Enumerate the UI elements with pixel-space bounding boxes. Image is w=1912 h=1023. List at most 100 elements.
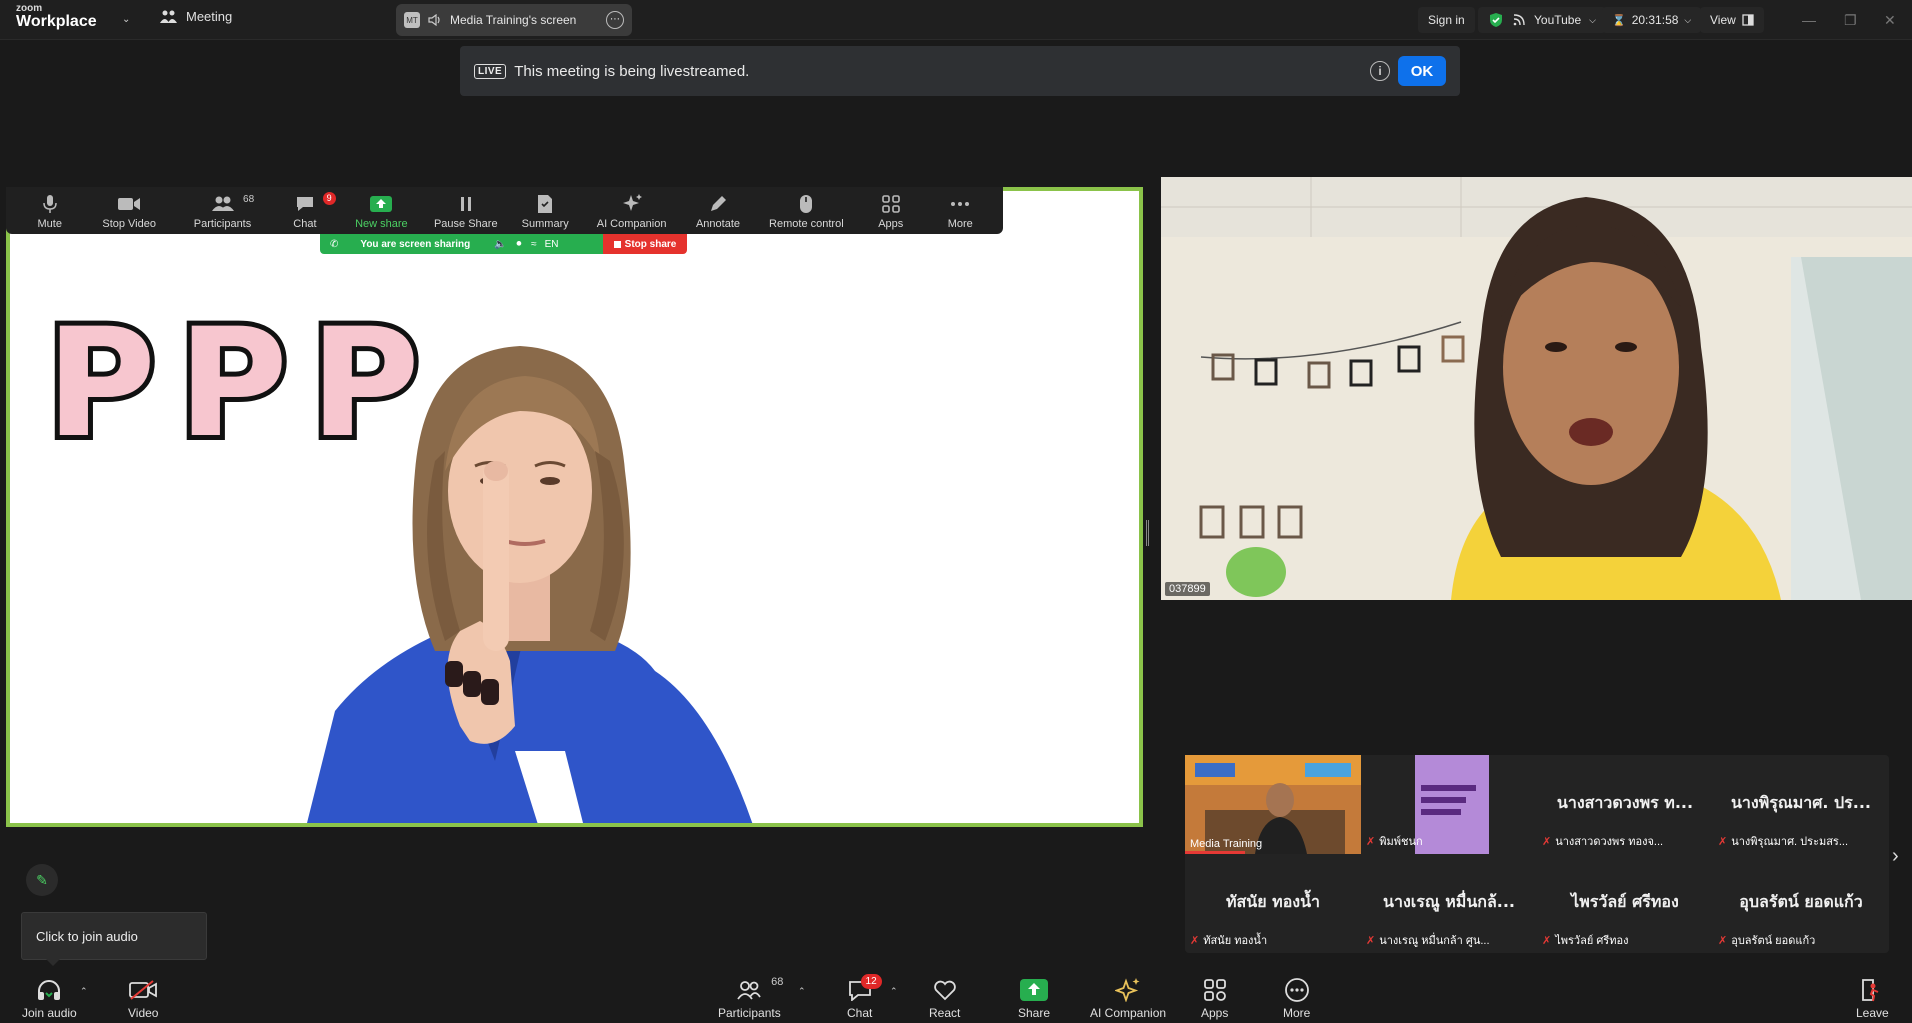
shushing-woman-image	[307, 346, 753, 823]
view-label: View	[1710, 13, 1736, 27]
chevron-down-icon: ⌵	[1589, 14, 1596, 25]
share-button[interactable]: Share	[1018, 978, 1050, 1020]
meeting-tab[interactable]: Meeting	[160, 9, 232, 24]
speaker-name-label: 037899	[1165, 582, 1210, 596]
ai-companion-button[interactable]: AI Companion	[1090, 978, 1166, 1020]
minimize-icon[interactable]: —	[1802, 12, 1816, 28]
participant-tile[interactable]: ✗ พิมพ์ชนก	[1361, 755, 1537, 854]
sparkle-icon	[621, 194, 643, 214]
participant-name: ✗ ทัสนัย ทองน้ำ	[1190, 931, 1267, 949]
new-share-label: New share	[355, 218, 408, 230]
speaker-video[interactable]: 037899	[1161, 177, 1912, 600]
stop-share-button[interactable]: Stop share	[603, 234, 687, 254]
chevron-down-icon[interactable]: ⌄	[122, 14, 130, 25]
broadcast-icon: ≈	[531, 238, 537, 250]
title-bar: zoom Workplace ⌄ Meeting MT Media Traini…	[0, 0, 1912, 40]
info-icon[interactable]: i	[1370, 61, 1390, 81]
more-button[interactable]: More	[1283, 978, 1310, 1020]
participant-name: ✗ ไพรวัลย์ ศรีทอง	[1542, 931, 1628, 949]
summary-button[interactable]: Summary	[506, 194, 583, 230]
ai-companion-button[interactable]: AI Companion	[584, 194, 679, 230]
apps-button[interactable]: Apps	[856, 194, 926, 230]
participant-display-name: นางพิรุณมาศ. ปร...	[1730, 793, 1872, 812]
participant-name-text: อุบลรัตน์ ยอดแก้ว	[1731, 935, 1816, 947]
apps-button[interactable]: Apps	[1201, 978, 1228, 1020]
participant-name: ✗ นางเรณู หมื่นกล้า ศูน...	[1366, 931, 1490, 949]
participant-tile[interactable]: Media Training	[1185, 755, 1361, 854]
more-button[interactable]: More	[926, 194, 996, 230]
chevron-up-icon[interactable]: ⌃	[890, 986, 898, 997]
speaker-video-image	[1161, 177, 1912, 600]
mute-label: Mute	[37, 218, 62, 230]
chevron-up-icon[interactable]: ⌃	[798, 986, 806, 997]
sharing-status-text: You are screen sharing	[360, 238, 471, 250]
annotate-label: Annotate	[695, 218, 740, 230]
participant-tile[interactable]: นางเรณู หมื่นกล้... ✗ นางเรณู หมื่นกล้า ศ…	[1361, 854, 1537, 953]
participant-tile[interactable]: ทัสนัย ทองน้ำ ✗ ทัสนัย ทองน้ำ	[1185, 854, 1361, 953]
annotate-pen-button[interactable]: ✎	[26, 864, 58, 896]
sign-in-button[interactable]: Sign in	[1418, 7, 1475, 33]
participant-gallery: Media Training ✗ พิมพ์ชนก นางสาวดวงพร ท..…	[1185, 755, 1889, 953]
broadcast-icon	[1513, 14, 1525, 26]
stop-video-button[interactable]: Stop Video	[85, 194, 172, 230]
chevron-right-icon[interactable]: ›	[1892, 845, 1899, 868]
chat-icon	[295, 194, 315, 214]
participant-name-text: นางสาวดวงพร ทองจ...	[1555, 836, 1664, 848]
screen-share-tab[interactable]: MT Media Training's screen ⋯	[396, 4, 632, 36]
close-icon[interactable]: ✕	[1884, 12, 1896, 29]
restore-icon[interactable]: ❐	[1844, 12, 1857, 29]
chevron-up-icon[interactable]: ⌃	[80, 986, 88, 997]
mute-button[interactable]: Mute	[14, 194, 85, 230]
language-label[interactable]: EN	[545, 239, 559, 250]
chat-button[interactable]: 9 Chat	[272, 192, 338, 230]
livestream-youtube-button[interactable]: YouTube ⌵	[1478, 7, 1606, 33]
timer-value: 20:31:58	[1631, 13, 1679, 27]
react-button[interactable]: React	[929, 978, 960, 1020]
participant-name: ✗ พิมพ์ชนก	[1366, 832, 1423, 850]
participant-tile[interactable]: อุบลรัตน์ ยอดแก้ว ✗ อุบลรัตน์ ยอดแก้ว	[1713, 854, 1889, 953]
participant-tile[interactable]: นางสาวดวงพร ท... ✗ นางสาวดวงพร ทองจ...	[1537, 755, 1713, 854]
participants-button[interactable]: 68 Participants	[173, 194, 272, 230]
participants-button[interactable]: 68 Participants	[718, 976, 783, 1020]
letter-p: P	[173, 297, 293, 471]
stop-share-label: Stop share	[624, 238, 677, 250]
apps-icon	[881, 194, 900, 214]
more-options-icon[interactable]: ⋯	[606, 11, 624, 29]
leave-icon	[1859, 978, 1885, 1002]
video-button[interactable]: Video	[128, 978, 158, 1020]
meeting-controls-bar: Join audio ⌃ Video 68 Participants ⌃ 12 …	[0, 972, 1912, 1023]
share-icon	[1020, 978, 1049, 1002]
sign-in-label: Sign in	[1428, 13, 1465, 27]
tooltip-text: Click to join audio	[36, 928, 138, 944]
video-icon	[117, 194, 141, 214]
logo-big: Workplace	[16, 13, 97, 30]
chat-button[interactable]: 12 Chat	[847, 974, 882, 1020]
view-button[interactable]: View	[1700, 7, 1764, 33]
remote-control-button[interactable]: Remote control	[757, 194, 856, 230]
participant-display-name: นางสาวดวงพร ท...	[1556, 793, 1694, 812]
participant-tile[interactable]: ไพรวัลย์ ศรีทอง ✗ ไพรวัลย์ ศรีทอง	[1537, 854, 1713, 953]
mic-icon	[42, 194, 57, 214]
summary-label: Summary	[521, 218, 569, 230]
join-audio-label: Join audio	[22, 1006, 77, 1020]
leave-button[interactable]: Leave	[1856, 978, 1889, 1020]
mic-off-icon: ✗	[1718, 835, 1728, 848]
pause-share-button[interactable]: Pause Share	[425, 194, 506, 230]
join-audio-button[interactable]: Join audio	[22, 978, 77, 1020]
speaker-icon: 🔈	[494, 238, 507, 250]
ok-button[interactable]: OK	[1398, 56, 1446, 86]
livestream-banner: LIVE This meeting is being livestreamed.…	[460, 46, 1460, 96]
meeting-timer[interactable]: ⌛ 20:31:58 ⌵	[1602, 7, 1702, 33]
leave-label: Leave	[1856, 1006, 1889, 1020]
annotate-button[interactable]: Annotate	[679, 194, 756, 230]
panel-resize-handle[interactable]	[1146, 520, 1149, 546]
meeting-label: Meeting	[186, 9, 233, 24]
phone-icon: ✆	[330, 238, 339, 250]
participant-tile[interactable]: นางพิรุณมาศ. ปร... ✗ นางพิรุณมาศ. ประมสร.…	[1713, 755, 1889, 854]
participant-display-name: อุบลรัตน์ ยอดแก้ว	[1739, 892, 1863, 911]
pause-share-label: Pause Share	[433, 218, 498, 230]
new-share-button[interactable]: New share	[338, 194, 425, 230]
mic-off-icon: ✗	[1366, 835, 1376, 848]
avatar: MT	[404, 12, 420, 28]
participants-icon: 68	[737, 976, 783, 1002]
